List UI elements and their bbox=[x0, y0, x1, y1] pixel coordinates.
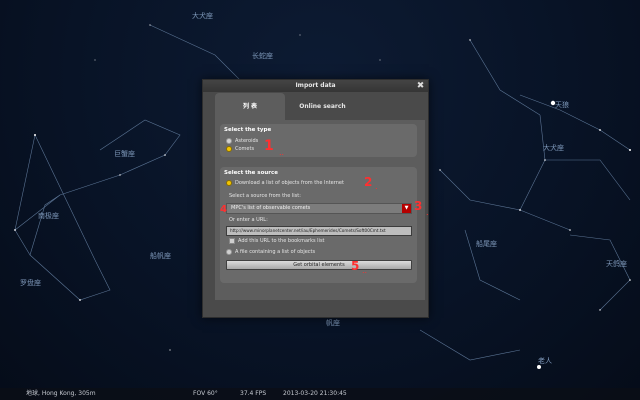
radio-selected-icon bbox=[226, 180, 232, 186]
comets-radio[interactable]: Comets bbox=[226, 146, 254, 153]
url-input-value: http://www.minorplanetcenter.net/iau/Eph… bbox=[230, 228, 386, 233]
source-section-title: Select the source bbox=[224, 170, 278, 176]
radio-icon bbox=[226, 138, 232, 144]
source-section: Select the source Download a list of obj… bbox=[220, 167, 417, 283]
url-input[interactable]: http://www.minorplanetcenter.net/iau/Eph… bbox=[226, 226, 412, 236]
download-label: Download a list of objects from the Inte… bbox=[235, 180, 344, 186]
checkbox-icon bbox=[229, 238, 235, 244]
constellation-label: 罗盘座 bbox=[20, 278, 41, 287]
fps-readout: 37.4 FPS bbox=[240, 390, 267, 397]
annotation-number: 5 bbox=[351, 259, 360, 273]
close-icon[interactable]: ✖ bbox=[416, 80, 425, 92]
radio-selected-icon bbox=[226, 146, 232, 152]
get-orbital-elements-button[interactable]: Get orbital elements bbox=[226, 260, 412, 270]
annotation-dots: . bbox=[375, 182, 378, 191]
tab-list[interactable]: 列 表 bbox=[215, 93, 285, 120]
star-label: 天狼 bbox=[555, 100, 569, 109]
annotation-dots: .. bbox=[362, 266, 368, 275]
annotation-number: 4 bbox=[220, 204, 227, 215]
constellation-label: 大犬座 bbox=[192, 11, 213, 20]
type-section-title: Select the type bbox=[224, 127, 272, 133]
constellation-label: 天鸽座 bbox=[606, 259, 627, 268]
tab-content: Select the type Asteroids Comets Select … bbox=[215, 120, 425, 300]
chevron-down-icon[interactable]: ▼ bbox=[402, 204, 411, 213]
tab-online-search[interactable]: Online search bbox=[285, 93, 360, 120]
constellation-label: 南极座 bbox=[38, 211, 59, 220]
source-select[interactable]: MPC's list of observable comets ▼ bbox=[226, 203, 412, 214]
annotation-number: 1 bbox=[264, 138, 274, 154]
annotation-number: 2 bbox=[364, 175, 373, 189]
annotation-number: 3 bbox=[414, 199, 423, 213]
datetime-readout: 2013-03-20 21:30:45 bbox=[283, 390, 347, 397]
location-readout: 地球, Hong Kong, 305m bbox=[26, 390, 96, 397]
asteroids-radio[interactable]: Asteroids bbox=[226, 138, 258, 145]
url-radio[interactable]: Or enter a URL: bbox=[229, 217, 268, 224]
type-section: Select the type Asteroids Comets bbox=[220, 124, 417, 157]
source-list-label: Select a source from the list: bbox=[229, 193, 301, 199]
fov-readout: FOV 60° bbox=[193, 390, 218, 397]
import-data-dialog: Import data ✖ 列 表 Online search Select t… bbox=[202, 79, 429, 318]
asteroids-label: Asteroids bbox=[235, 138, 259, 144]
constellation-label: 船尾座 bbox=[476, 239, 497, 248]
annotation-dots: . bbox=[426, 208, 429, 217]
dialog-title[interactable]: Import data bbox=[203, 80, 428, 92]
constellation-label: 长蛇座 bbox=[252, 51, 273, 60]
constellation-label: 帆座 bbox=[326, 318, 340, 327]
star-label: 老人 bbox=[538, 356, 552, 365]
status-bar: 地球, Hong Kong, 305m FOV 60° 37.4 FPS 201… bbox=[0, 388, 640, 400]
source-select-value: MPC's list of observable comets bbox=[231, 205, 311, 211]
file-radio[interactable]: A file containing a list of objects bbox=[226, 249, 315, 256]
download-radio[interactable]: Download a list of objects from the Inte… bbox=[226, 180, 344, 187]
constellation-label: 巨蟹座 bbox=[114, 149, 135, 158]
constellation-label: 大犬座 bbox=[543, 143, 564, 152]
file-label: A file containing a list of objects bbox=[235, 249, 316, 255]
radio-icon bbox=[226, 249, 232, 255]
url-label: Or enter a URL: bbox=[229, 217, 268, 223]
comets-label: Comets bbox=[235, 146, 255, 152]
bookmark-checkbox[interactable]: Add this URL to the bookmarks list bbox=[229, 238, 325, 245]
annotation-dots: .. bbox=[279, 148, 285, 157]
bookmark-label: Add this URL to the bookmarks list bbox=[238, 238, 325, 244]
constellation-label: 船帆座 bbox=[150, 251, 171, 260]
